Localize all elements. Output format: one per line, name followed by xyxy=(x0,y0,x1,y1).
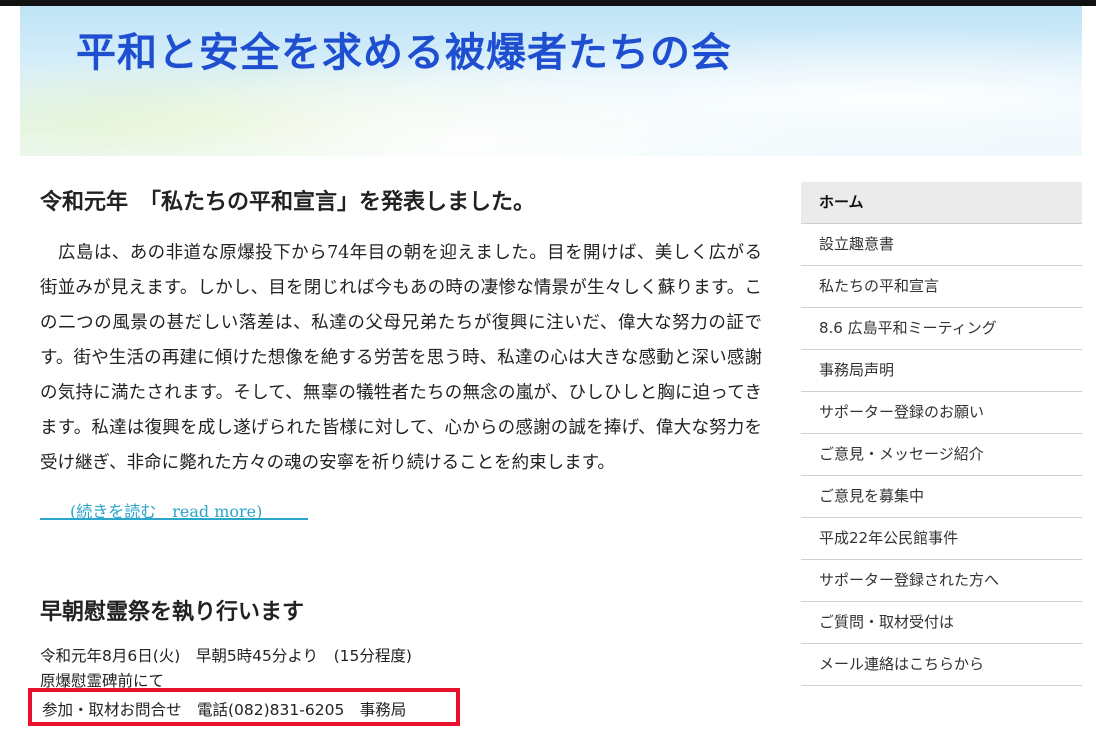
event-date: 令和元年8月6日(火) 早朝5時45分より (15分程度) xyxy=(40,647,412,665)
article-body: 広島は、あの非道な原爆投下から74年目の朝を迎えました。目を開けば、美しく広がる… xyxy=(40,243,762,473)
site-header-banner: 平和と安全を求める被爆者たちの会 xyxy=(20,6,1082,156)
sidebar-item-supporter-request[interactable]: サポーター登録のお願い xyxy=(801,392,1082,434)
article-title: 令和元年 「私たちの平和宣言」を発表しました。 xyxy=(40,190,536,215)
sidebar-item-opinions-messages[interactable]: ご意見・メッセージ紹介 xyxy=(801,434,1082,476)
sidebar-item-registered-supporters[interactable]: サポーター登録された方へ xyxy=(801,560,1082,602)
event-contact-highlight: 参加・取材お問合せ 電話(082)831-6205 事務局 xyxy=(28,688,460,726)
sidebar-item-peace-declaration[interactable]: 私たちの平和宣言 xyxy=(801,266,1082,308)
sidebar-item-home[interactable]: ホーム xyxy=(801,182,1082,224)
event-title: 早朝慰霊祭を執り行います xyxy=(40,600,305,625)
sidebar-item-peace-meeting[interactable]: 8.6 広島平和ミーティング xyxy=(801,308,1082,350)
sidebar-item-founding-prospectus[interactable]: 設立趣意書 xyxy=(801,224,1082,266)
sidebar-item-email-contact[interactable]: メール連絡はこちらから xyxy=(801,644,1082,686)
sidebar-nav: ホーム 設立趣意書 私たちの平和宣言 8.6 広島平和ミーティング 事務局声明 … xyxy=(801,182,1082,686)
sidebar-item-press-inquiries[interactable]: ご質問・取材受付は xyxy=(801,602,1082,644)
read-more-link[interactable]: (続きを読む read more) xyxy=(40,498,308,521)
sidebar-item-opinions-wanted[interactable]: ご意見を募集中 xyxy=(801,476,1082,518)
sidebar-item-community-hall-incident[interactable]: 平成22年公民館事件 xyxy=(801,518,1082,560)
site-title[interactable]: 平和と安全を求める被爆者たちの会 xyxy=(76,20,732,78)
sidebar-item-secretariat-statement[interactable]: 事務局声明 xyxy=(801,350,1082,392)
